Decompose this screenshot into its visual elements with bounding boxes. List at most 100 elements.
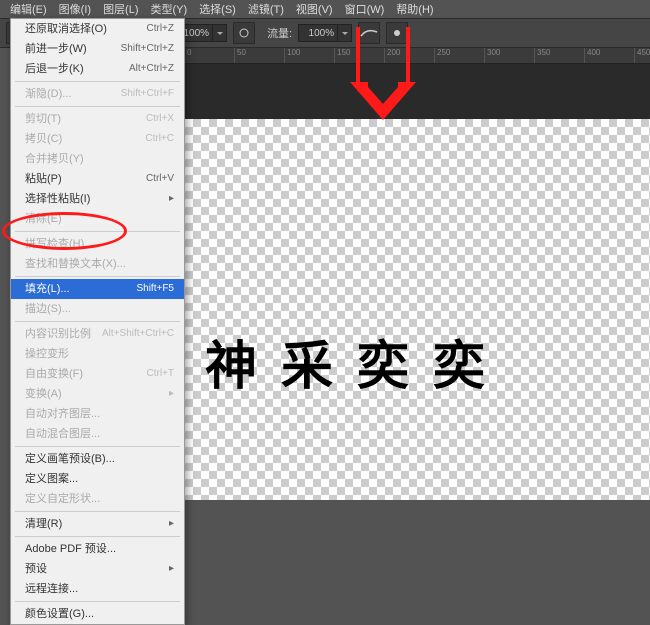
ruler-tick: 400: [585, 48, 635, 63]
menu-item: 操控变形: [11, 344, 184, 364]
menu-item[interactable]: 后退一步(K) Alt+Ctrl+Z: [11, 59, 184, 79]
menu-item-label: 拷贝(C): [25, 132, 62, 146]
menu-type[interactable]: 类型(Y): [145, 0, 194, 18]
menu-item-shortcut: Alt+Ctrl+Z: [129, 62, 174, 76]
menu-item-label: 自动混合图层...: [25, 427, 100, 441]
menu-select[interactable]: 选择(S): [193, 0, 242, 18]
menu-item-shortcut: ▸: [169, 192, 174, 206]
menu-item[interactable]: 填充(L)...Shift+F5: [11, 279, 184, 299]
menu-separator: [15, 511, 180, 512]
canvas-workspace: 神采奕奕: [185, 64, 650, 500]
menu-item[interactable]: 选择性粘贴(I) ▸: [11, 189, 184, 209]
pressure-opacity-icon[interactable]: [233, 22, 255, 44]
opacity-dropdown-icon[interactable]: [213, 24, 227, 42]
menu-item-label: 渐隐(D)...: [25, 87, 71, 101]
menu-item[interactable]: 还原取消选择(O) Ctrl+Z: [11, 19, 184, 39]
menu-edit[interactable]: 编辑(E): [4, 0, 53, 18]
menu-item: 渐隐(D)... Shift+Ctrl+F: [11, 84, 184, 104]
menu-help[interactable]: 帮助(H): [390, 0, 439, 18]
ruler-tick: 100: [285, 48, 335, 63]
ruler-tick: 350: [535, 48, 585, 63]
document-canvas[interactable]: 神采奕奕: [185, 119, 650, 500]
menu-item-shortcut: Shift+Ctrl+F: [121, 87, 174, 101]
menu-item-shortcut: Alt+Shift+Ctrl+C: [102, 327, 174, 341]
flow-field[interactable]: [298, 24, 338, 42]
menu-separator: [15, 321, 180, 322]
ruler-tick: 50: [235, 48, 285, 63]
menu-item[interactable]: Adobe PDF 预设...: [11, 539, 184, 559]
menu-item-shortcut: Ctrl+C: [145, 132, 174, 146]
ruler-tick: 450: [635, 48, 650, 63]
menu-item: 清除(E): [11, 209, 184, 229]
menu-item-shortcut: Shift+Ctrl+Z: [121, 42, 174, 56]
menu-item-shortcut: Ctrl+X: [146, 112, 174, 126]
menu-item[interactable]: 颜色设置(G)...: [11, 604, 184, 624]
menu-item-label: 描边(S)...: [25, 302, 71, 316]
menu-item: 剪切(T) Ctrl+X: [11, 109, 184, 129]
menu-image[interactable]: 图像(I): [53, 0, 97, 18]
ruler-tick: 0: [185, 48, 235, 63]
menu-separator: [15, 601, 180, 602]
menu-item-shortcut: ▸: [169, 517, 174, 531]
menu-item[interactable]: 清理(R) ▸: [11, 514, 184, 534]
menu-item[interactable]: 前进一步(W) Shift+Ctrl+Z: [11, 39, 184, 59]
menu-item-label: 清除(E): [25, 212, 62, 226]
menu-item-label: 自由变换(F): [25, 367, 83, 381]
airbrush-icon[interactable]: [358, 22, 380, 44]
menu-item-label: 后退一步(K): [25, 62, 84, 76]
menu-window[interactable]: 窗口(W): [339, 0, 391, 18]
menu-item-label: 颜色设置(G)...: [25, 607, 94, 621]
menu-separator: [15, 106, 180, 107]
ruler-tick: 200: [385, 48, 435, 63]
menu-item-label: 操控变形: [25, 347, 69, 361]
menu-item: 拼写检查(H)...: [11, 234, 184, 254]
flow-input[interactable]: [298, 24, 352, 42]
menu-item: 自动对齐图层...: [11, 404, 184, 424]
menu-item-label: 清理(R): [25, 517, 62, 531]
menu-item-label: 合并拷贝(Y): [25, 152, 84, 166]
flow-dropdown-icon[interactable]: [338, 24, 352, 42]
horizontal-ruler: 0501001502002503003504004505005506006507…: [185, 48, 650, 64]
menu-layer[interactable]: 图层(L): [97, 0, 144, 18]
menu-item: 描边(S)...: [11, 299, 184, 319]
menu-item-label: 查找和替换文本(X)...: [25, 257, 126, 271]
menubar: 编辑(E) 图像(I) 图层(L) 类型(Y) 选择(S) 滤镜(T) 视图(V…: [0, 0, 650, 18]
menu-item[interactable]: 远程连接...: [11, 579, 184, 599]
menu-item-label: 自动对齐图层...: [25, 407, 100, 421]
menu-item: 查找和替换文本(X)...: [11, 254, 184, 274]
pressure-size-icon[interactable]: [386, 22, 408, 44]
menu-item-label: 剪切(T): [25, 112, 61, 126]
menu-item-label: 远程连接...: [25, 582, 78, 596]
menu-item[interactable]: 定义图案...: [11, 469, 184, 489]
menu-item: 变换(A) ▸: [11, 384, 184, 404]
menu-item: 拷贝(C) Ctrl+C: [11, 129, 184, 149]
menu-item[interactable]: 定义画笔预设(B)...: [11, 449, 184, 469]
menu-item[interactable]: 预设▸: [11, 559, 184, 579]
menu-item-shortcut: Ctrl+T: [147, 367, 175, 381]
menu-view[interactable]: 视图(V): [290, 0, 339, 18]
menu-separator: [15, 276, 180, 277]
menu-filter[interactable]: 滤镜(T): [242, 0, 290, 18]
menu-item-label: 还原取消选择(O): [25, 22, 107, 36]
menu-item-label: 定义图案...: [25, 472, 78, 486]
menu-item-label: 拼写检查(H)...: [25, 237, 93, 251]
menu-item-shortcut: ▸: [169, 387, 174, 401]
menu-item-label: 选择性粘贴(I): [25, 192, 90, 206]
ruler-tick: 150: [335, 48, 385, 63]
menu-item[interactable]: 粘贴(P)Ctrl+V: [11, 169, 184, 189]
menu-item-label: 定义画笔预设(B)...: [25, 452, 115, 466]
menu-item-label: 变换(A): [25, 387, 62, 401]
menu-item-label: 内容识别比例: [25, 327, 91, 341]
menu-item: 自由变换(F) Ctrl+T: [11, 364, 184, 384]
menu-separator: [15, 446, 180, 447]
menu-item-shortcut: ▸: [169, 562, 174, 576]
menu-item: 内容识别比例 Alt+Shift+Ctrl+C: [11, 324, 184, 344]
menu-item-label: 前进一步(W): [25, 42, 87, 56]
menu-item-label: 填充(L)...: [25, 282, 70, 296]
flow-label: 流量:: [267, 25, 292, 41]
menu-separator: [15, 81, 180, 82]
menu-separator: [15, 536, 180, 537]
edit-menu-dropdown: 还原取消选择(O) Ctrl+Z 前进一步(W) Shift+Ctrl+Z 后退一步(K…: [10, 18, 185, 625]
menu-item-label: 定义自定形状...: [25, 492, 100, 506]
menu-item-shortcut: Ctrl+Z: [147, 22, 175, 36]
